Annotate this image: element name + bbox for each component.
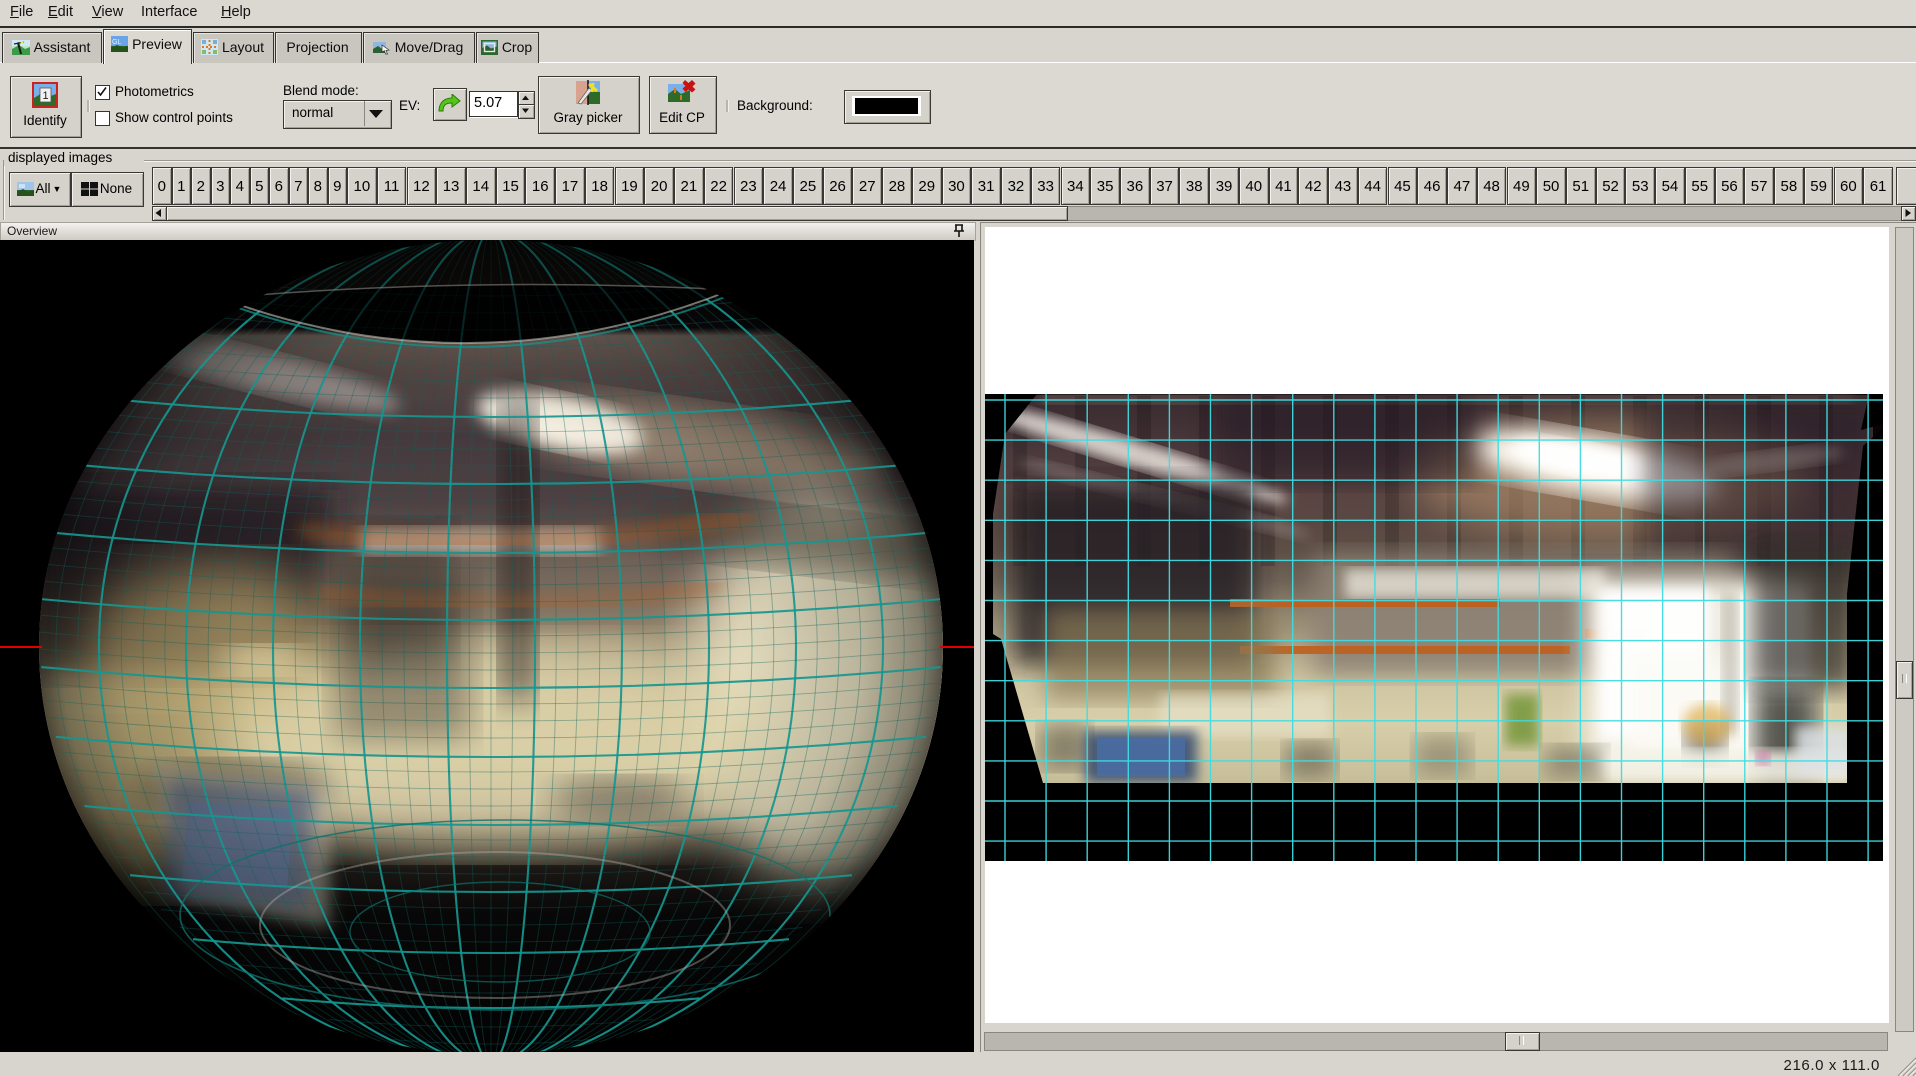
svg-text:GL: GL — [112, 39, 121, 46]
svg-text:1: 1 — [43, 90, 49, 102]
